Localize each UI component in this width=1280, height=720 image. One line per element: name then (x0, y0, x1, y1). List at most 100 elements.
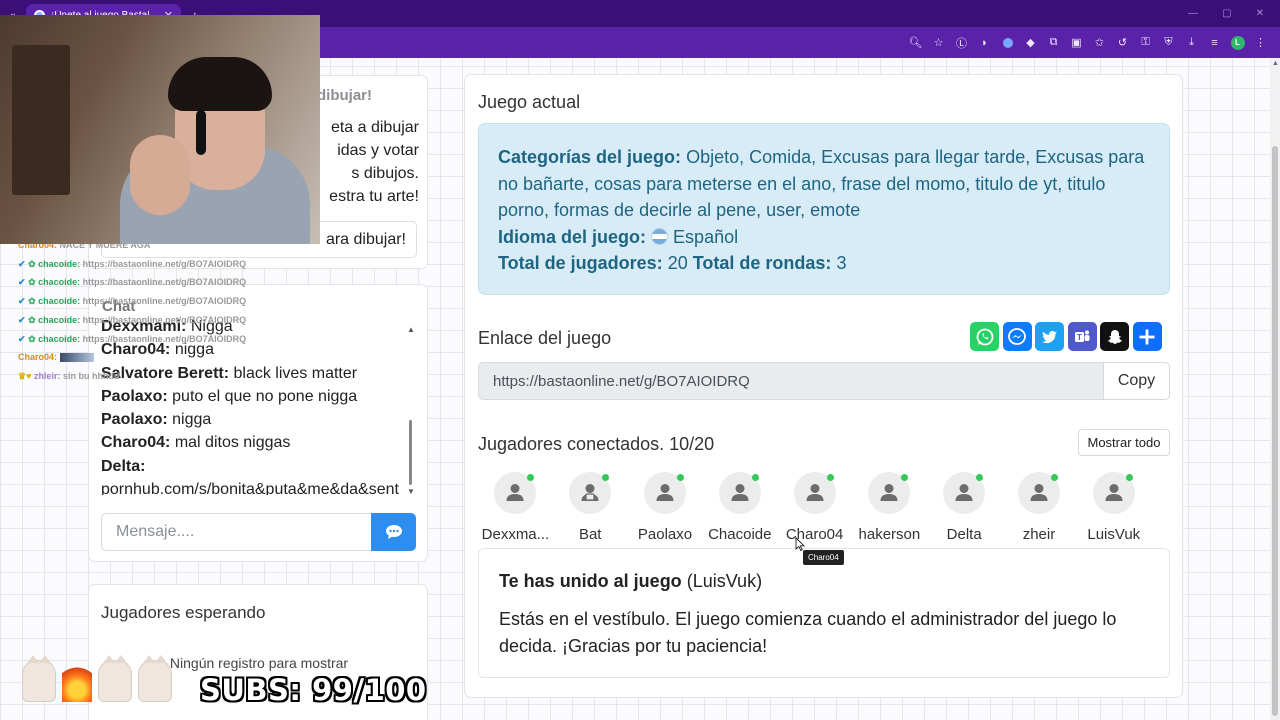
extension-gem-icon[interactable]: ◆ (1020, 32, 1041, 53)
window-controls: — ▢ ✕ (1188, 8, 1280, 19)
player-item[interactable]: Charo04 (777, 472, 852, 543)
player-item[interactable]: Delta (927, 472, 1002, 543)
extension-l-icon[interactable]: Ⓛ (951, 32, 972, 53)
teams-share-button[interactable]: T (1067, 322, 1097, 351)
player-item[interactable]: Bat (553, 472, 628, 543)
player-name: zheir (1022, 526, 1056, 543)
player-name: Paolaxo (637, 526, 693, 543)
stream-chat-line: ✔ ✿ chacoide: https://bastaonline.net/g/… (18, 314, 247, 325)
chat-scroll-thumb[interactable] (409, 420, 412, 485)
player-item[interactable]: LuisVuk (1076, 472, 1151, 543)
chat-message: Delta: (101, 457, 146, 475)
verified-check-icon: ✔ (18, 277, 26, 288)
screenshot-icon[interactable]: ▣ (1066, 32, 1087, 53)
player-name: Dexxma... (481, 526, 550, 543)
total-rounds-value: 3 (836, 253, 847, 274)
joined-game-box: Te has unido al juego (LuisVuk) Estás en… (478, 548, 1170, 678)
player-avatar (494, 472, 537, 514)
player-item[interactable]: Chacoide (702, 472, 777, 543)
snapchat-share-button[interactable] (1100, 322, 1129, 351)
game-link-title: Enlace del juego (478, 328, 612, 348)
player-item[interactable]: Dexxma... (478, 472, 553, 543)
total-rounds-label: Total de rondas: (692, 253, 832, 274)
chat-scrollbar[interactable]: ▲ ▼ (407, 325, 415, 496)
zoom-icon[interactable]: 🔍︎ (905, 32, 926, 53)
history-icon[interactable]: ↺ (1112, 32, 1133, 53)
chat-message: Paolaxo: nigga (101, 411, 212, 429)
total-players-label: Total de jugadores: (498, 253, 663, 274)
player-avatar (1092, 472, 1135, 514)
game-info-box: Categorías del juego: Objeto, Comida, Ex… (478, 123, 1170, 295)
game-link-field[interactable]: https://bastaonline.net/g/BO7AIOIDRQ (478, 362, 1104, 400)
user-icon (880, 484, 898, 501)
favorites-icon[interactable]: ✩ (1089, 32, 1110, 53)
scroll-up-icon[interactable]: ▲ (407, 325, 415, 334)
bookmark-star-icon[interactable]: ☆ (928, 32, 949, 53)
audio-icon[interactable]: ◗ (974, 32, 995, 53)
stream-chat-line: Charo04: (18, 348, 328, 367)
plus-icon (1139, 329, 1155, 344)
user-lock-icon (581, 484, 599, 501)
speech-bubble-icon (385, 525, 402, 539)
player-item[interactable]: zheir (1002, 472, 1077, 543)
page-scroll-thumb[interactable] (1272, 146, 1278, 716)
chat-send-button[interactable] (371, 513, 416, 551)
campfire-emote-icon (62, 662, 92, 702)
player-avatar (793, 472, 836, 514)
user-icon (1030, 484, 1048, 501)
stream-chat-line: ✔ ✿ chacoide: https://bastaonline.net/g/… (18, 296, 247, 307)
copy-link-button[interactable]: Copy (1103, 362, 1170, 400)
twitter-share-button[interactable] (1035, 322, 1064, 351)
show-all-button[interactable]: Mostrar todo (1078, 429, 1170, 456)
verified-check-icon: ✔ (18, 314, 26, 325)
extension-blue-icon[interactable] (997, 32, 1018, 53)
badge-icon: ✿ (28, 314, 36, 325)
player-item[interactable]: Paolaxo (628, 472, 703, 543)
passwords-key-icon[interactable]: ⚿ (1135, 32, 1156, 53)
player-avatar (569, 472, 612, 514)
minimize-button[interactable]: — (1188, 8, 1198, 19)
cat-emote-icon (98, 655, 132, 702)
stream-chat-line: ✔ ✿ chacoide: https://bastaonline.net/g/… (18, 277, 247, 288)
extensions-puzzle-icon[interactable]: ⧉ (1043, 32, 1064, 53)
vpn-icon[interactable]: ⛨ (1158, 32, 1179, 53)
stream-chat-line: ✔ ✿ chacoide: https://bastaonline.net/g/… (18, 258, 247, 269)
language-label: Idioma del juego: (498, 226, 647, 247)
scroll-down-icon[interactable]: ▼ (407, 487, 415, 496)
reading-list-icon[interactable]: ≡ (1204, 32, 1225, 53)
chat-message: Paolaxo: puto el que no pone nigga (101, 387, 358, 405)
whatsapp-icon (976, 328, 993, 345)
badge-icon: ♛♥ (18, 370, 32, 381)
whatsapp-share-button[interactable] (970, 322, 999, 351)
messenger-icon (1008, 327, 1026, 345)
teams-icon: T (1075, 330, 1090, 342)
download-icon[interactable]: ⤓ (1181, 32, 1202, 53)
badge-icon: ✿ (28, 333, 36, 344)
online-status-dot (976, 474, 984, 481)
chat-message-input[interactable]: Mensaje.... (101, 513, 372, 551)
user-icon (806, 484, 824, 501)
profile-avatar[interactable]: L (1227, 32, 1248, 53)
share-more-button[interactable] (1132, 322, 1162, 351)
browser-menu-icon[interactable]: ⋮ (1250, 32, 1271, 53)
messenger-share-button[interactable] (1002, 322, 1032, 351)
stream-chat-line: ✔ ✿ chacoide: https://bastaonline.net/g/… (18, 333, 247, 344)
share-buttons: T (970, 322, 1162, 351)
maximize-button[interactable]: ▢ (1222, 8, 1231, 19)
user-icon (656, 484, 674, 501)
verified-check-icon: ✔ (18, 333, 26, 344)
page-scrollbar[interactable]: ▲ (1270, 58, 1280, 720)
player-item[interactable]: hakerson (852, 472, 927, 543)
page-scroll-up-icon[interactable]: ▲ (1272, 60, 1279, 67)
online-status-dot (751, 474, 759, 481)
close-window-button[interactable]: ✕ (1256, 8, 1264, 19)
connected-players-title: Jugadores conectados. 10/20 (478, 434, 715, 454)
online-status-dot (602, 474, 610, 481)
stream-chat-line: ♛♥ zhleir: sin bu hhhdd (18, 370, 120, 381)
player-avatar (1017, 472, 1060, 514)
emote-image (59, 353, 94, 363)
player-avatar (643, 472, 686, 514)
chat-message: pornhub.com/s/bonita&puta&me&da&sent (101, 481, 399, 495)
waiting-players-title: Jugadores esperando (101, 603, 266, 622)
online-status-dot (527, 474, 535, 481)
